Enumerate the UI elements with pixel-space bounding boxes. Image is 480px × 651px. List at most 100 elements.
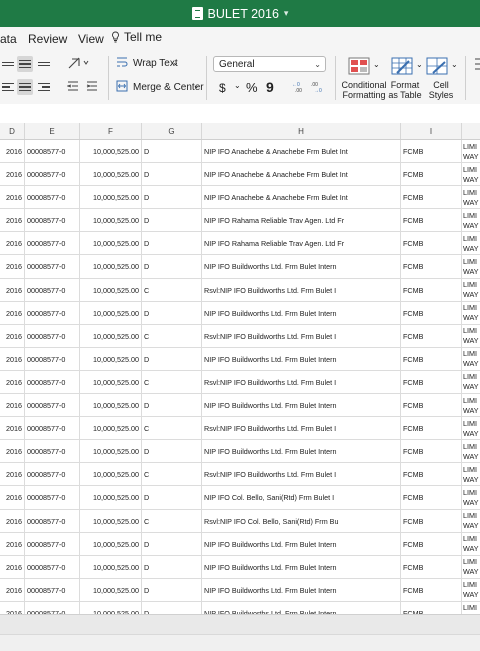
cell-e[interactable]: 00008577-0 [25,394,80,418]
cell-h[interactable]: NIP IFO Anachebe & Anachebe Frm Bulet In… [202,163,401,187]
cell-j[interactable]: LIMIWAY [462,279,480,302]
cell-d[interactable]: 2016 [0,578,25,602]
cell-i[interactable]: FCMB [401,509,462,533]
cell-h[interactable]: NIP IFO Buildworths Ltd. Frm Bulet Inter… [202,301,401,325]
align-bottom-button[interactable] [36,56,52,72]
cell-h[interactable]: NIP IFO Buildworths Ltd. Frm Bulet Inter… [202,347,401,371]
cell-styles-label[interactable]: Cell Styles [423,80,459,100]
conditional-formatting-label[interactable]: Conditional Formatting [341,80,387,100]
column-header-j[interactable] [462,123,480,139]
cell-f[interactable]: 10,000,525.00 [80,324,142,348]
cell-g[interactable]: C [142,278,202,302]
conditional-formatting-chevron-icon[interactable]: ⌄ [373,60,380,69]
cell-i[interactable]: FCMB [401,417,462,441]
cell-i[interactable]: FCMB [401,555,462,579]
cell-g[interactable]: D [142,255,202,279]
cell-g[interactable]: D [142,163,202,187]
title-chevron-icon[interactable]: ▾ [284,8,289,19]
cell-e[interactable]: 00008577-0 [25,163,80,187]
cell-g[interactable]: D [142,394,202,418]
cell-h[interactable]: Rsvl:NIP IFO Buildworths Ltd. Frm Bulet … [202,324,401,348]
currency-chevron-icon[interactable]: ⌄ [234,81,241,90]
cell-j[interactable]: LIMIWAY [462,440,480,463]
cell-e[interactable]: 00008577-0 [25,324,80,348]
cell-h[interactable]: NIP IFO Buildworths Ltd. Frm Bulet Inter… [202,440,401,464]
align-center-button[interactable] [17,79,33,95]
cell-g[interactable]: D [142,347,202,371]
cell-g[interactable]: C [142,463,202,487]
cell-i[interactable]: FCMB [401,463,462,487]
cell-i[interactable]: FCMB [401,301,462,325]
cell-f[interactable]: 10,000,525.00 [80,486,142,510]
cell-j[interactable]: LIMIWAY [462,486,480,509]
cell-styles-icon[interactable] [426,57,448,75]
cell-d[interactable]: 2016 [0,186,25,210]
cell-j[interactable]: LIMIWAY [462,140,480,163]
cell-d[interactable]: 2016 [0,370,25,394]
cell-f[interactable]: 10,000,525.00 [80,440,142,464]
number-format-select[interactable]: General ⌄ [213,56,326,72]
cell-e[interactable]: 00008577-0 [25,140,80,163]
cell-f[interactable]: 10,000,525.00 [80,186,142,210]
format-as-table-chevron-icon[interactable]: ⌄ [416,60,423,69]
column-header-f[interactable]: F [80,123,142,139]
cell-g[interactable]: D [142,209,202,233]
cell-f[interactable]: 10,000,525.00 [80,347,142,371]
cell-g[interactable]: D [142,301,202,325]
cell-e[interactable]: 00008577-0 [25,347,80,371]
cell-f[interactable]: 10,000,525.00 [80,163,142,187]
cell-e[interactable]: 00008577-0 [25,232,80,256]
cell-d[interactable]: 2016 [0,301,25,325]
cell-i[interactable]: FCMB [401,255,462,279]
cell-g[interactable]: C [142,324,202,348]
cell-f[interactable]: 10,000,525.00 [80,532,142,556]
cell-e[interactable]: 00008577-0 [25,209,80,233]
cell-i[interactable]: FCMB [401,370,462,394]
align-right-button[interactable] [36,79,52,95]
cell-d[interactable]: 2016 [0,509,25,533]
tab-view[interactable]: View [78,32,104,46]
cell-i[interactable]: FCMB [401,440,462,464]
cell-i[interactable]: FCMB [401,347,462,371]
cell-e[interactable]: 00008577-0 [25,255,80,279]
format-as-table-label[interactable]: Format as Table [387,80,423,100]
cell-f[interactable]: 10,000,525.00 [80,578,142,602]
cell-h[interactable]: NIP IFO Col. Bello, Sani(Rtd) Frm Bulet … [202,486,401,510]
cell-j[interactable]: LIMIWAY [462,463,480,486]
cell-g[interactable]: D [142,532,202,556]
cell-j[interactable]: LIMIWAY [462,579,480,602]
cell-g[interactable]: D [142,186,202,210]
cell-d[interactable]: 2016 [0,486,25,510]
cell-j[interactable]: LIMIWAY [462,417,480,440]
cell-h[interactable]: NIP IFO Buildworths Ltd. Frm Bulet Inter… [202,532,401,556]
column-header-d[interactable]: D [0,123,25,139]
cell-d[interactable]: 2016 [0,140,25,163]
cell-h[interactable]: NIP IFO Buildworths Ltd. Frm Bulet Inter… [202,578,401,602]
cell-f[interactable]: 10,000,525.00 [80,509,142,533]
decrease-decimal-icon[interactable]: .00→0 [311,80,327,93]
cell-h[interactable]: Rsvl:NIP IFO Buildworths Ltd. Frm Bulet … [202,463,401,487]
cell-g[interactable]: D [142,232,202,256]
cell-h[interactable]: NIP IFO Rahama Reliable Trav Agen. Ltd F… [202,209,401,233]
cell-e[interactable]: 00008577-0 [25,486,80,510]
cell-e[interactable]: 00008577-0 [25,532,80,556]
cell-d[interactable]: 2016 [0,417,25,441]
cell-f[interactable]: 10,000,525.00 [80,463,142,487]
cell-h[interactable]: NIP IFO Anachebe & Anachebe Frm Bulet In… [202,140,401,163]
cell-e[interactable]: 00008577-0 [25,509,80,533]
cell-h[interactable]: Rsvl:NIP IFO Buildworths Ltd. Frm Bulet … [202,370,401,394]
cell-d[interactable]: 2016 [0,532,25,556]
tab-data[interactable]: ata [0,32,17,46]
comma-style-button[interactable]: 9 [266,79,274,95]
cell-j[interactable]: LIMIWAY [462,348,480,371]
column-header-h[interactable]: H [202,123,401,139]
format-as-table-icon[interactable] [391,57,413,75]
cell-d[interactable]: 2016 [0,255,25,279]
cell-g[interactable]: D [142,440,202,464]
cell-f[interactable]: 10,000,525.00 [80,555,142,579]
cell-e[interactable]: 00008577-0 [25,278,80,302]
column-header-g[interactable]: G [142,123,202,139]
cell-f[interactable]: 10,000,525.00 [80,394,142,418]
cell-f[interactable]: 10,000,525.00 [80,417,142,441]
cell-g[interactable]: D [142,555,202,579]
